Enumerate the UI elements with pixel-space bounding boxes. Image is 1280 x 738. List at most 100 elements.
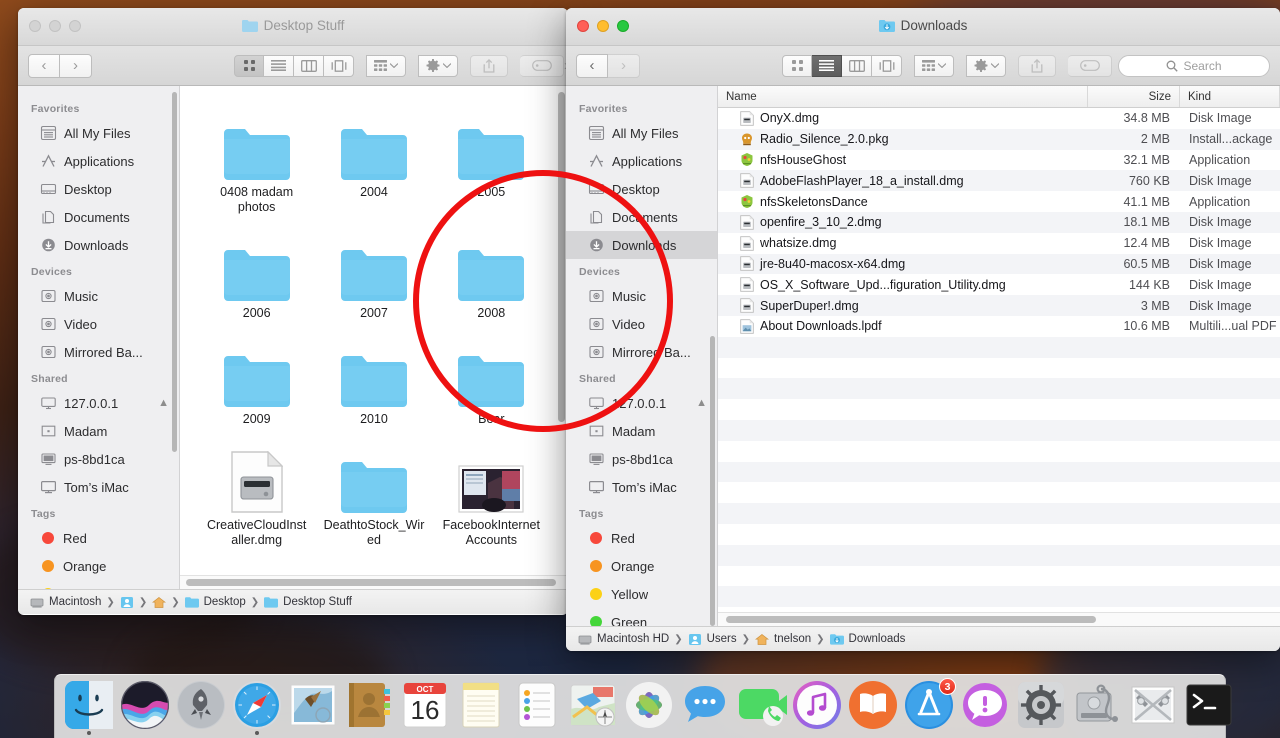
scrollbar-thumb[interactable] (186, 579, 556, 586)
right-action-group[interactable] (966, 55, 1006, 77)
dock-item-photos[interactable] (623, 679, 675, 731)
list-horizontal-scrollbar[interactable] (718, 612, 1280, 626)
left-traffic-lights[interactable] (29, 20, 81, 32)
tag-button[interactable] (520, 55, 564, 77)
dock-item-messages[interactable] (679, 679, 731, 731)
sidebar-item-all-my-files[interactable]: All My Files (566, 119, 717, 147)
dock-item-launchpad[interactable] (175, 679, 227, 731)
dock-item-app-store[interactable]: 3 (903, 679, 955, 731)
file-item[interactable]: 2004 (315, 100, 432, 215)
sidebar-tag-red[interactable]: Red (566, 524, 717, 552)
sidebar-item-video[interactable]: Video (18, 310, 179, 338)
sidebar-item-video[interactable]: Video (566, 310, 717, 338)
sidebar-item-127-0-0-1[interactable]: 127.0.0.1 ▲ (566, 389, 717, 417)
dock-item-itunes[interactable] (791, 679, 843, 731)
dock-item-facetime[interactable] (735, 679, 787, 731)
sidebar-tag-yellow[interactable]: Yellow (18, 580, 179, 589)
table-row[interactable]: AdobeFlashPlayer_18_a_install.dmg 760 KB… (718, 170, 1280, 191)
action-button[interactable] (418, 55, 458, 77)
sidebar-item-ps-8bd1ca[interactable]: ps-8bd1ca (18, 445, 179, 473)
sidebar-item-all-my-files[interactable]: All My Files (18, 119, 179, 147)
left-sidebar[interactable]: Favorites All My Files Applications Desk… (18, 86, 180, 589)
right-traffic-lights[interactable] (577, 20, 629, 32)
dock-item-terminal[interactable] (1183, 679, 1235, 731)
file-item[interactable]: 2005 (433, 100, 550, 215)
file-item[interactable]: CreativeCloudInstaller.dmg (198, 433, 315, 548)
table-row[interactable]: nfsSkeletonsDance 41.1 MB Application (718, 191, 1280, 212)
sidebar-item-documents[interactable]: Documents (18, 203, 179, 231)
sidebar-tag-green[interactable]: Green (566, 608, 717, 626)
dock-item-calendar[interactable]: OCT 16 (399, 679, 451, 731)
sidebar-tag-orange[interactable]: Orange (566, 552, 717, 580)
close-button[interactable] (577, 20, 589, 32)
right-path-bar[interactable]: Macintosh HD ❯ Users ❯ tnelson ❯ Downloa… (566, 626, 1280, 651)
file-item[interactable]: 2010 (315, 327, 432, 427)
dock-item-maps[interactable] (567, 679, 619, 731)
left-window-titlebar[interactable]: Desktop Stuff (18, 8, 568, 46)
sidebar-item-applications[interactable]: Applications (566, 147, 717, 175)
table-row[interactable]: OS_X_Software_Upd...figuration_Utility.d… (718, 274, 1280, 295)
scrollbar-thumb[interactable] (726, 616, 1096, 623)
finder-window-desktop-stuff[interactable]: Desktop Stuff ‹ › (18, 8, 568, 615)
dock-item-mail[interactable] (287, 679, 339, 731)
dock-item-reminders[interactable] (511, 679, 563, 731)
sidebar-item-music[interactable]: Music (18, 282, 179, 310)
icon-view-horizontal-scrollbar[interactable] (180, 575, 568, 589)
sidebar-scrollbar[interactable] (172, 92, 177, 452)
right-view-switcher[interactable] (782, 55, 902, 77)
table-row[interactable]: Radio_Silence_2.0.pkg 2 MB Install...ack… (718, 129, 1280, 150)
coverflow-view-button[interactable] (872, 55, 902, 77)
file-item[interactable]: DeathtoStock_Wired (315, 433, 432, 548)
share-button[interactable] (470, 55, 508, 77)
table-row[interactable]: jre-8u40-macosx-x64.dmg 60.5 MB Disk Ima… (718, 254, 1280, 275)
file-item[interactable]: Bear (433, 327, 550, 427)
sidebar-item-toms-imac[interactable]: Tom’s iMac (18, 473, 179, 501)
back-button[interactable]: ‹ (576, 54, 608, 78)
list-view-button[interactable] (264, 55, 294, 77)
column-header-kind[interactable]: Kind (1180, 86, 1280, 107)
dock-item-ibooks[interactable] (847, 679, 899, 731)
share-button[interactable] (1018, 55, 1056, 77)
dock-item-notes[interactable] (455, 679, 507, 731)
finder-window-downloads[interactable]: Downloads ‹ › (566, 8, 1280, 651)
icon-view-button[interactable] (234, 55, 264, 77)
eject-icon[interactable]: ▲ (158, 397, 169, 409)
sidebar-item-desktop[interactable]: Desktop (566, 175, 717, 203)
dock-item-grab[interactable] (1127, 679, 1179, 731)
file-item[interactable]: FacebookInternet Accounts (433, 433, 550, 548)
sidebar-item-madam[interactable]: Madam (566, 417, 717, 445)
left-view-switcher[interactable] (234, 55, 354, 77)
icon-view-vertical-scrollbar[interactable] (558, 92, 565, 422)
table-row[interactable]: About Downloads.lpdf 10.6 MB Multili...u… (718, 316, 1280, 337)
sidebar-item-music[interactable]: Music (566, 282, 717, 310)
eject-icon[interactable]: ▲ (696, 397, 707, 409)
dock-item-disk-utility[interactable] (1071, 679, 1123, 731)
dock-item-safari[interactable] (231, 679, 283, 731)
sidebar-tag-red[interactable]: Red (18, 524, 179, 552)
left-path-bar[interactable]: Macintosh ❯ ❯ ❯ Desktop ❯ Desktop Stuff (18, 589, 568, 614)
back-button[interactable]: ‹ (28, 54, 60, 78)
table-row[interactable]: OnyX.dmg 34.8 MB Disk Image (718, 108, 1280, 129)
dock-item-contacts[interactable] (343, 679, 395, 731)
zoom-button[interactable] (617, 20, 629, 32)
sidebar-item-ps-8bd1ca[interactable]: ps-8bd1ca (566, 445, 717, 473)
right-arrange-group[interactable] (914, 55, 954, 77)
minimize-button[interactable] (597, 20, 609, 32)
table-row[interactable]: openfire_3_10_2.dmg 18.1 MB Disk Image (718, 212, 1280, 233)
icon-view-button[interactable] (782, 55, 812, 77)
file-item[interactable]: 0408 madam photos (198, 100, 315, 215)
sidebar-item-mirrored-backup[interactable]: Mirrored Ba... (18, 338, 179, 366)
column-header-size[interactable]: Size (1088, 86, 1180, 107)
minimize-button[interactable] (49, 20, 61, 32)
sidebar-item-downloads[interactable]: Downloads (566, 231, 717, 259)
right-window-toolbar[interactable]: ‹ › (566, 46, 1280, 86)
dock-item-console[interactable] (959, 679, 1011, 731)
sidebar-item-documents[interactable]: Documents (566, 203, 717, 231)
left-action-group[interactable] (418, 55, 458, 77)
arrange-button[interactable] (366, 55, 406, 77)
table-row[interactable]: whatsize.dmg 12.4 MB Disk Image (718, 233, 1280, 254)
column-header-name[interactable]: Name (718, 86, 1088, 107)
column-view-button[interactable] (842, 55, 872, 77)
dock-item-system-preferences[interactable] (1015, 679, 1067, 731)
sidebar-item-desktop[interactable]: Desktop (18, 175, 179, 203)
